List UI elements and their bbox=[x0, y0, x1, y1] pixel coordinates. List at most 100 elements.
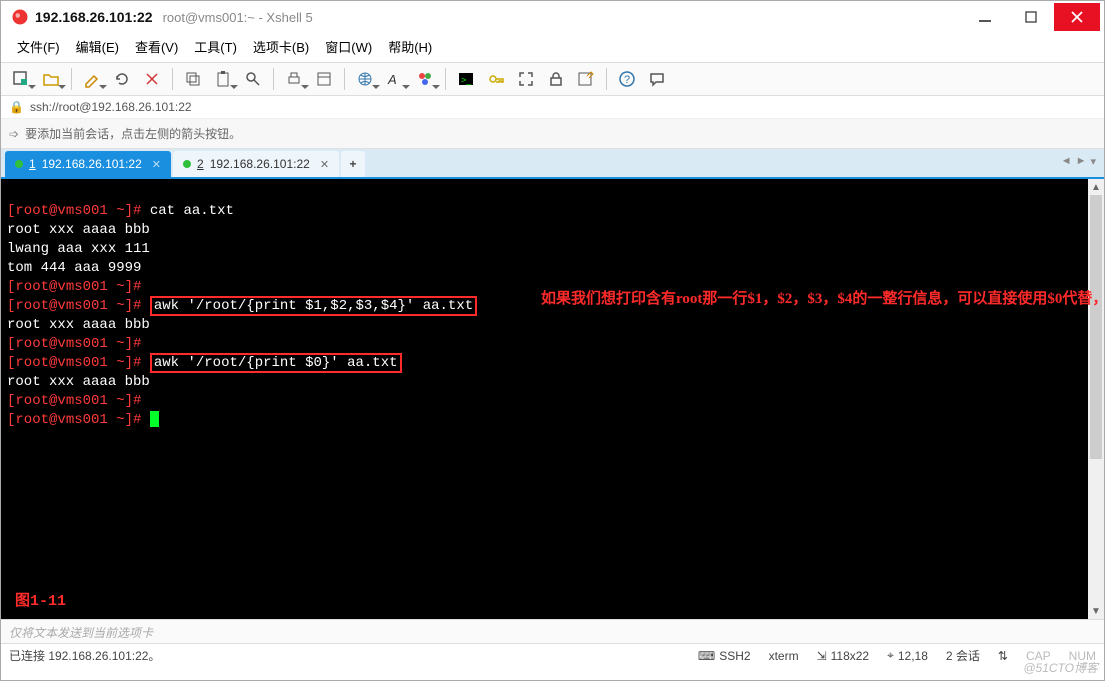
menu-edit[interactable]: 编辑(E) bbox=[70, 35, 125, 58]
status-termtype: xterm bbox=[769, 649, 799, 663]
net-icon: ⇅ bbox=[998, 649, 1008, 663]
prompt-dir: ~ bbox=[116, 203, 124, 219]
session-tab-inactive[interactable]: 2 192.168.26.101:22 ✕ bbox=[173, 151, 339, 177]
svg-text:A: A bbox=[387, 72, 397, 87]
fullscreen-icon[interactable] bbox=[512, 65, 540, 93]
terminal-output: lwang aaa xxx 111 bbox=[7, 241, 150, 257]
tab-nav: ◄ ► ▾ bbox=[1061, 155, 1096, 168]
address-bar[interactable]: 🔒 ssh://root@192.168.26.101:22 bbox=[1, 96, 1104, 119]
tab-add-button[interactable]: + bbox=[341, 151, 365, 177]
menu-tools[interactable]: 工具(T) bbox=[188, 35, 243, 58]
menu-help[interactable]: 帮助(H) bbox=[382, 35, 438, 58]
tab-label: 192.168.26.101:22 bbox=[42, 157, 142, 171]
lock-icon[interactable] bbox=[542, 65, 570, 93]
status-bar: 已连接 192.168.26.101:22。 ⌨SSH2 xterm ⇲118x… bbox=[1, 643, 1104, 667]
arrow-left-icon[interactable]: ➩ bbox=[9, 127, 19, 141]
toolbar-separator bbox=[71, 68, 72, 90]
minimize-button[interactable] bbox=[962, 3, 1008, 31]
shell-icon[interactable]: >_ bbox=[452, 65, 480, 93]
svg-text:>_: >_ bbox=[461, 75, 472, 85]
terminal-output: root xxx aaaa bbb bbox=[7, 317, 150, 333]
scroll-down-icon[interactable]: ▼ bbox=[1088, 603, 1104, 619]
toolbar-separator bbox=[273, 68, 274, 90]
chat-icon[interactable] bbox=[643, 65, 671, 93]
hint-bar: ➩ 要添加当前会话，点击左侧的箭头按钮。 bbox=[1, 119, 1104, 149]
reconnect-icon[interactable] bbox=[108, 65, 136, 93]
terminal-output: root xxx aaaa bbb bbox=[7, 374, 150, 390]
copy-icon[interactable] bbox=[179, 65, 207, 93]
keyboard-icon: ⌨ bbox=[698, 649, 715, 663]
window-buttons bbox=[962, 3, 1100, 31]
close-button[interactable] bbox=[1054, 3, 1100, 31]
tab-prev-icon[interactable]: ◄ bbox=[1061, 155, 1072, 168]
hint-text: 要添加当前会话，点击左侧的箭头按钮。 bbox=[25, 125, 241, 142]
address-text: ssh://root@192.168.26.101:22 bbox=[30, 100, 192, 114]
size-icon: ⇲ bbox=[817, 649, 827, 663]
scroll-thumb[interactable] bbox=[1090, 195, 1102, 459]
terminal-area: [root@vms001 ~]# cat aa.txt root xxx aaa… bbox=[1, 179, 1104, 619]
globe-icon[interactable] bbox=[351, 65, 379, 93]
terminal-command: cat aa.txt bbox=[150, 203, 234, 219]
terminal-cursor bbox=[150, 411, 159, 427]
annotation-text: 如果我们想打印含有root那一行$1，$2，$3，$4的一整行信息，可以直接使用… bbox=[541, 285, 1061, 313]
tab-label: 192.168.26.101:22 bbox=[210, 157, 310, 171]
title-bar: 192.168.26.101:22 root@vms001:~ - Xshell… bbox=[1, 1, 1104, 33]
compose-icon[interactable] bbox=[78, 65, 106, 93]
toolbar-separator bbox=[172, 68, 173, 90]
compose2-icon[interactable] bbox=[572, 65, 600, 93]
status-pos: ⌖12,18 bbox=[887, 648, 928, 663]
window-subtitle: root@vms001:~ - Xshell 5 bbox=[163, 10, 313, 25]
highlighted-command-2: awk '/root/{print $0}' aa.txt bbox=[150, 353, 402, 373]
toolbar-separator bbox=[445, 68, 446, 90]
menu-window[interactable]: 窗口(W) bbox=[319, 35, 378, 58]
terminal-output: tom 444 aaa 9999 bbox=[7, 260, 141, 276]
tab-number: 1 bbox=[29, 157, 36, 171]
watermark: @51CTO博客 bbox=[1023, 659, 1098, 676]
status-connected: 已连接 192.168.26.101:22。 bbox=[9, 647, 680, 664]
palette-icon[interactable] bbox=[411, 65, 439, 93]
app-icon bbox=[11, 8, 29, 26]
svg-text:?: ? bbox=[624, 74, 630, 86]
session-tab-active[interactable]: 1 192.168.26.101:22 ✕ bbox=[5, 151, 171, 177]
menu-bar: 文件(F) 编辑(E) 查看(V) 工具(T) 选项卡(B) 窗口(W) 帮助(… bbox=[1, 33, 1104, 62]
pos-icon: ⌖ bbox=[887, 648, 894, 663]
toolbar-separator bbox=[606, 68, 607, 90]
status-dot-icon bbox=[183, 160, 191, 168]
figure-label: 图1-11 bbox=[15, 592, 66, 611]
open-icon[interactable] bbox=[37, 65, 65, 93]
disconnect-icon[interactable] bbox=[138, 65, 166, 93]
scroll-track[interactable] bbox=[1088, 459, 1104, 603]
terminal[interactable]: [root@vms001 ~]# cat aa.txt root xxx aaa… bbox=[1, 179, 1088, 619]
terminal-scrollbar[interactable]: ▲ ▼ bbox=[1088, 179, 1104, 619]
tab-close-icon[interactable]: ✕ bbox=[320, 158, 329, 171]
find-icon[interactable] bbox=[239, 65, 267, 93]
menu-tab[interactable]: 选项卡(B) bbox=[247, 35, 315, 58]
prompt-host: vms001 bbox=[57, 203, 107, 219]
menu-view[interactable]: 查看(V) bbox=[129, 35, 184, 58]
lock-small-icon: 🔒 bbox=[9, 100, 24, 114]
status-size: ⇲118x22 bbox=[817, 649, 870, 663]
tab-menu-icon[interactable]: ▾ bbox=[1090, 155, 1096, 168]
window-title: 192.168.26.101:22 bbox=[35, 9, 153, 25]
print-icon[interactable] bbox=[280, 65, 308, 93]
scroll-up-icon[interactable]: ▲ bbox=[1088, 179, 1104, 195]
tab-next-icon[interactable]: ► bbox=[1076, 155, 1087, 168]
status-proto: ⌨SSH2 bbox=[698, 649, 751, 663]
session-tab-bar: 1 192.168.26.101:22 ✕ 2 192.168.26.101:2… bbox=[1, 149, 1104, 179]
prompt-user: root bbox=[15, 203, 49, 219]
menu-file[interactable]: 文件(F) bbox=[11, 35, 66, 58]
properties-icon[interactable] bbox=[310, 65, 338, 93]
tab-close-icon[interactable]: ✕ bbox=[152, 158, 161, 171]
status-dot-icon bbox=[15, 160, 23, 168]
tab-number: 2 bbox=[197, 157, 204, 171]
highlighted-command-1: awk '/root/{print $1,$2,$3,$4}' aa.txt bbox=[150, 296, 477, 316]
font-icon[interactable]: A bbox=[381, 65, 409, 93]
compose-input[interactable]: 仅将文本发送到当前选项卡 bbox=[1, 619, 1104, 643]
new-session-icon[interactable] bbox=[7, 65, 35, 93]
maximize-button[interactable] bbox=[1008, 3, 1054, 31]
status-sessions: 2 会话 bbox=[946, 647, 980, 664]
paste-icon[interactable] bbox=[209, 65, 237, 93]
help-icon[interactable]: ? bbox=[613, 65, 641, 93]
toolbar-separator bbox=[344, 68, 345, 90]
key-icon[interactable] bbox=[482, 65, 510, 93]
